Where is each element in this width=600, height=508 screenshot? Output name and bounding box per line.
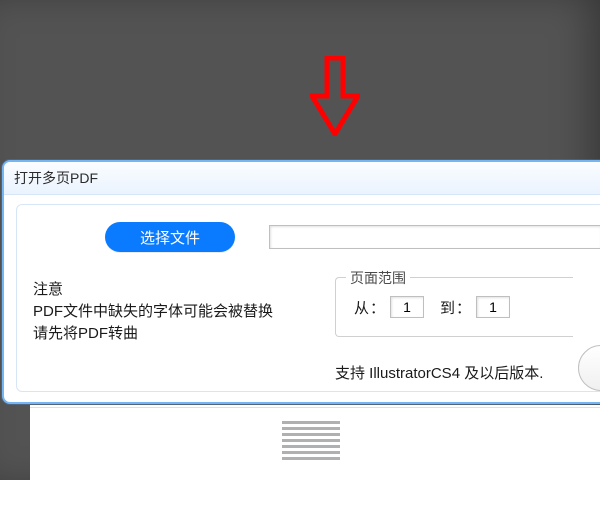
note-line-2: 请先将PDF转曲 (33, 323, 313, 345)
round-action-button[interactable] (578, 345, 600, 391)
document-preview (30, 405, 600, 495)
app-stage: 打开多页PDF 选择文件 注意 PDF文件中缺失的字体可能会被替换 请先将PDF… (0, 0, 600, 508)
note-heading: 注意 (33, 279, 313, 301)
file-row: 选择文件 (33, 217, 600, 257)
from-label: 从： (354, 297, 386, 318)
page-to-input[interactable] (476, 296, 510, 318)
page-from-input[interactable] (390, 296, 424, 318)
page-range-legend: 页面范围 (346, 268, 410, 288)
to-label: 到： (440, 297, 472, 318)
dialog-titlebar[interactable]: 打开多页PDF (4, 162, 600, 195)
page-range-group: 页面范围 从： 到： (335, 277, 573, 337)
dialog-content: 选择文件 注意 PDF文件中缺失的字体可能会被替换 请先将PDF转曲 页面范围 … (16, 204, 600, 392)
dialog-title: 打开多页PDF (14, 168, 98, 188)
file-path-input[interactable] (269, 225, 600, 249)
annotation-arrow-icon (310, 56, 360, 136)
choose-file-button[interactable]: 选择文件 (105, 222, 235, 252)
note-block: 注意 PDF文件中缺失的字体可能会被替换 请先将PDF转曲 (33, 279, 313, 345)
document-top-rule (30, 407, 600, 408)
note-line-1: PDF文件中缺失的字体可能会被替换 (33, 301, 313, 323)
document-text-block (282, 421, 340, 463)
open-multipage-pdf-dialog: 打开多页PDF 选择文件 注意 PDF文件中缺失的字体可能会被替换 请先将PDF… (2, 160, 600, 404)
support-text: 支持 IllustratorCS4 及以后版本. (335, 362, 543, 383)
